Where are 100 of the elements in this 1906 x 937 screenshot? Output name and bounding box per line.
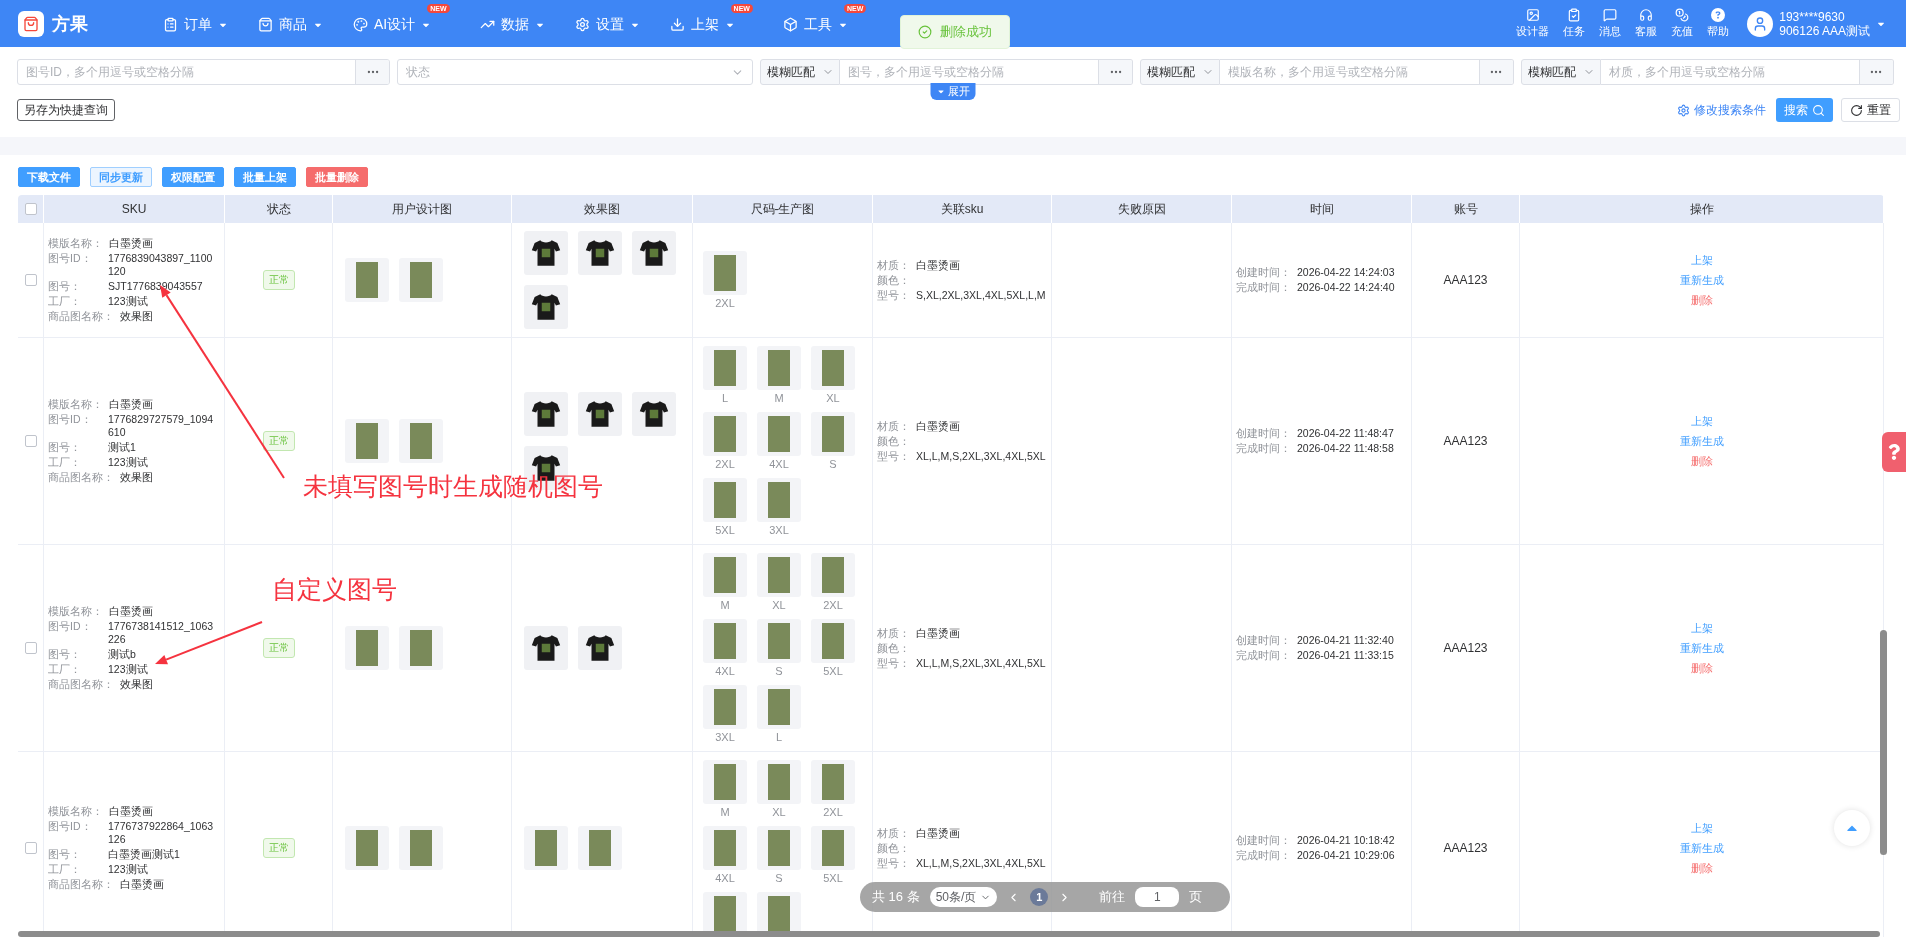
field-value: 1776738141512_1063226	[108, 620, 214, 646]
nav-tool[interactable]: 客服	[1635, 8, 1658, 39]
check-circle-icon	[918, 25, 932, 39]
action-button[interactable]: 权限配置	[162, 167, 224, 187]
nav-tool[interactable]: 设计器	[1516, 8, 1550, 39]
photo-placeholder	[345, 258, 389, 302]
page-size-select[interactable]: 50条/页	[929, 887, 998, 907]
search-field[interactable]: 图号，多个用逗号或空格分隔	[840, 59, 1134, 85]
row-action-link[interactable]: 重新生成	[1679, 271, 1724, 289]
row-checkbox[interactable]	[24, 842, 37, 854]
search-field[interactable]: 材质，多个用逗号或空格分隔	[1600, 59, 1894, 85]
nav-menu[interactable]: AI设计	[353, 15, 432, 34]
photo-placeholder	[345, 419, 389, 463]
action-button[interactable]: 批量上架	[234, 167, 296, 187]
row-action-link[interactable]: 删除	[1690, 859, 1713, 877]
size-label: 3XL	[769, 524, 789, 536]
goto-page-field[interactable]: 1	[1135, 887, 1180, 907]
select-all-checkbox[interactable]	[24, 203, 37, 215]
match-mode-select[interactable]: 模糊匹配	[760, 59, 840, 85]
reset-button[interactable]: 重置	[1841, 98, 1900, 122]
field-value: 白墨烫画测试1	[108, 848, 180, 861]
total-count: 共 16 条	[872, 888, 920, 906]
row-action-link[interactable]: 删除	[1690, 659, 1713, 677]
save-query-button[interactable]: 另存为快捷查询	[17, 99, 115, 121]
row-action-link[interactable]: 删除	[1690, 452, 1713, 470]
nav-menu[interactable]: 商品	[258, 15, 323, 34]
nav-menu[interactable]: 上架	[669, 15, 735, 34]
row-action-link[interactable]: 上架	[1690, 251, 1713, 269]
row-action-link[interactable]: 删除	[1690, 291, 1713, 309]
status-input[interactable]: 状态	[398, 65, 731, 79]
field-value: S,XL,2XL,3XL,4XL,5XL,L,M	[916, 288, 1046, 302]
row-checkbox[interactable]	[24, 274, 37, 286]
search-field[interactable]: 模版名称，多个用逗号或空格分隔	[1220, 59, 1514, 85]
photo-placeholder	[811, 826, 855, 870]
field-label: 型号：	[877, 288, 911, 302]
nav-menu[interactable]: 订单	[163, 15, 228, 34]
more-button[interactable]	[355, 60, 389, 84]
photo-placeholder	[345, 826, 389, 870]
time-label: 创建时间：	[1236, 427, 1292, 440]
page-number[interactable]: 1	[1030, 888, 1049, 906]
row-action-link[interactable]: 上架	[1690, 619, 1713, 637]
expand-toggle[interactable]: 展开	[930, 83, 976, 100]
horizontal-scrollbar[interactable]	[18, 931, 1880, 937]
row-action-link[interactable]: 重新生成	[1679, 639, 1724, 657]
user-menu[interactable]: 193****9630 906126 AAA测试	[1747, 9, 1886, 38]
size-label: M	[720, 599, 730, 611]
action-button[interactable]: 同步更新	[90, 167, 152, 187]
time-label: 完成时间：	[1236, 281, 1292, 294]
field-label: 型号：	[877, 449, 911, 463]
back-to-top-button[interactable]	[1834, 810, 1870, 846]
nav-tool[interactable]: 任务	[1563, 8, 1586, 39]
row-action-link[interactable]: 重新生成	[1679, 432, 1724, 450]
search-button[interactable]: 搜索	[1776, 98, 1833, 122]
nav-menu[interactable]: 工具	[782, 15, 848, 34]
id-search-field[interactable]: 图号ID，多个用逗号或空格分隔	[17, 59, 390, 85]
match-mode-select[interactable]: 模糊匹配	[1140, 59, 1221, 85]
edit-conditions-link[interactable]: 修改搜索条件	[1677, 101, 1766, 119]
status-select[interactable]: 状态	[397, 59, 753, 85]
photo-placeholder	[703, 478, 747, 522]
row-checkbox[interactable]	[24, 642, 37, 654]
box-icon	[782, 17, 798, 32]
field-label: 图号：	[48, 848, 82, 861]
help-tab[interactable]	[1882, 432, 1906, 472]
search-input[interactable]: 材质，多个用逗号或空格分隔	[1600, 65, 1859, 79]
field-label: 商品图名称：	[48, 878, 115, 891]
id-input[interactable]: 图号ID，多个用逗号或空格分隔	[18, 65, 355, 79]
field-value: 效果图	[120, 678, 153, 691]
size-label: 5XL	[823, 872, 843, 884]
field-label: 材质：	[877, 258, 911, 272]
nav-tool[interactable]: 消息	[1599, 8, 1622, 39]
search-input[interactable]: 图号，多个用逗号或空格分隔	[840, 65, 1099, 79]
match-mode-select[interactable]: 模糊匹配	[1520, 59, 1601, 85]
action-button[interactable]: 批量删除	[306, 167, 368, 187]
nav-tool[interactable]: 充值	[1671, 8, 1694, 39]
row-checkbox[interactable]	[24, 435, 37, 447]
nav-menu[interactable]: 数据	[479, 15, 545, 34]
photo-placeholder	[703, 251, 747, 295]
photo-placeholder	[399, 626, 443, 670]
more-button[interactable]	[1098, 60, 1133, 84]
search-input[interactable]: 模版名称，多个用逗号或空格分隔	[1220, 65, 1479, 79]
row-action-link[interactable]: 上架	[1690, 819, 1713, 837]
size-label: L	[775, 731, 783, 743]
field-value: 效果图	[120, 471, 153, 484]
field-label: 商品图名称：	[48, 310, 115, 323]
vertical-scrollbar[interactable]	[1880, 630, 1887, 855]
clipboard-check-icon	[1567, 8, 1582, 22]
field-label: 型号：	[877, 856, 911, 870]
row-action-link[interactable]: 上架	[1690, 412, 1713, 430]
column-header: 时间	[1309, 200, 1334, 218]
time-value: 2026-04-21 11:33:15	[1297, 649, 1394, 662]
more-button[interactable]	[1478, 60, 1513, 84]
photo-placeholder	[703, 619, 747, 663]
more-button[interactable]	[1859, 60, 1893, 84]
nav-tool[interactable]: 帮助	[1707, 8, 1730, 39]
action-button[interactable]: 下载文件	[18, 167, 80, 187]
row-action-link[interactable]: 重新生成	[1679, 839, 1724, 857]
field-label: 材质：	[877, 826, 911, 840]
photo-placeholder	[757, 478, 801, 522]
shopping-bag-icon	[258, 17, 273, 32]
nav-menu[interactable]: 设置	[574, 15, 640, 34]
